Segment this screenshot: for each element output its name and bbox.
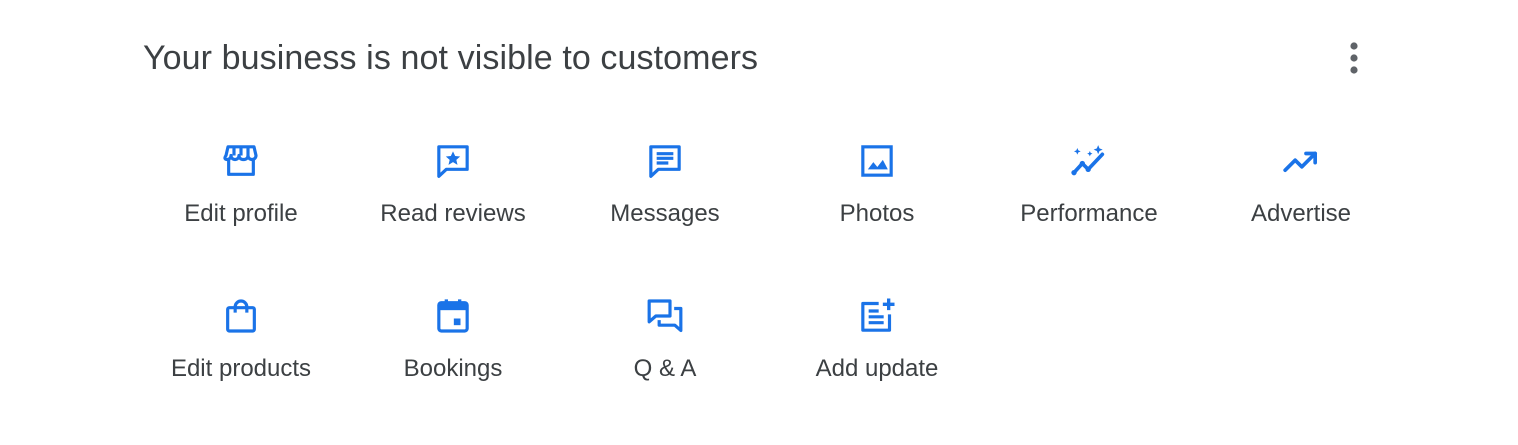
edit-profile-label: Edit profile <box>184 200 298 227</box>
add-update-action[interactable]: Add update <box>771 290 983 445</box>
post-add-icon <box>855 294 899 338</box>
quick-actions-grid: Edit profile Read reviews Messages Photo… <box>135 135 1407 445</box>
edit-products-label: Edit products <box>170 355 312 382</box>
photo-icon <box>855 139 899 183</box>
performance-icon <box>1067 139 1111 183</box>
performance-label: Performance <box>1020 200 1158 227</box>
advertise-action[interactable]: Advertise <box>1195 135 1407 290</box>
trending-up-icon <box>1279 139 1323 183</box>
storefront-icon <box>219 139 263 183</box>
messages-label: Messages <box>610 200 720 227</box>
add-update-label: Add update <box>815 355 939 382</box>
messages-action[interactable]: Messages <box>559 135 771 290</box>
q-and-a-action[interactable]: Q & A <box>559 290 771 445</box>
photos-label: Photos <box>839 200 915 227</box>
more-vert-icon <box>1350 42 1358 74</box>
advertise-label: Advertise <box>1250 200 1352 227</box>
more-options-button[interactable] <box>1334 38 1374 78</box>
q-and-a-label: Q & A <box>633 355 697 382</box>
reviews-icon <box>431 139 475 183</box>
card-title: Your business is not visible to customer… <box>143 39 759 77</box>
performance-action[interactable]: Performance <box>983 135 1195 290</box>
forum-icon <box>643 294 687 338</box>
calendar-icon <box>431 294 475 338</box>
bookings-action[interactable]: Bookings <box>347 290 559 445</box>
business-status-card: Your business is not visible to customer… <box>0 0 1518 418</box>
bookings-label: Bookings <box>403 355 503 382</box>
edit-products-action[interactable]: Edit products <box>135 290 347 445</box>
message-icon <box>643 139 687 183</box>
photos-action[interactable]: Photos <box>771 135 983 290</box>
read-reviews-action[interactable]: Read reviews <box>347 135 559 290</box>
edit-profile-action[interactable]: Edit profile <box>135 135 347 290</box>
shopping-bag-icon <box>219 294 263 338</box>
read-reviews-label: Read reviews <box>380 200 526 227</box>
